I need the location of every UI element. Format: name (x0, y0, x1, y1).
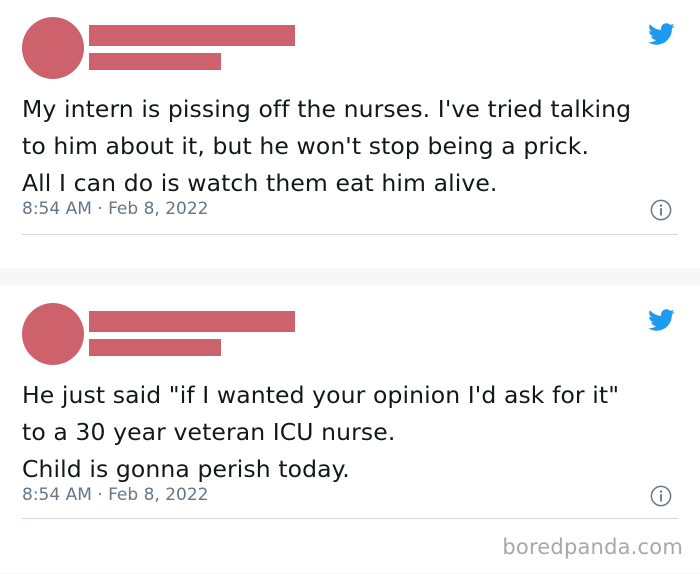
redacted-username[interactable] (89, 339, 221, 356)
tweet-text: He just said "if I wanted your opinion I… (22, 381, 620, 483)
tweet-timestamp[interactable]: 8:54 AM · Feb 8, 2022 (22, 199, 208, 219)
divider (22, 518, 678, 519)
tweet-text: My intern is pissing off the nurses. I'v… (22, 95, 632, 197)
divider (22, 234, 678, 235)
redacted-display-name[interactable] (89, 25, 295, 46)
tweet-card: My intern is pissing off the nurses. I'v… (0, 0, 700, 268)
redacted-display-name[interactable] (89, 311, 295, 332)
avatar[interactable] (22, 303, 84, 365)
twitter-bird-icon[interactable] (644, 306, 678, 334)
info-icon[interactable] (650, 199, 672, 221)
twitter-bird-icon[interactable] (644, 20, 678, 48)
tweet-timestamp[interactable]: 8:54 AM · Feb 8, 2022 (22, 485, 208, 505)
tweet-card: He just said "if I wanted your opinion I… (0, 286, 700, 573)
watermark: boredpanda.com (502, 535, 683, 559)
info-icon[interactable] (650, 485, 672, 507)
redacted-username[interactable] (89, 53, 221, 70)
avatar[interactable] (22, 17, 84, 79)
